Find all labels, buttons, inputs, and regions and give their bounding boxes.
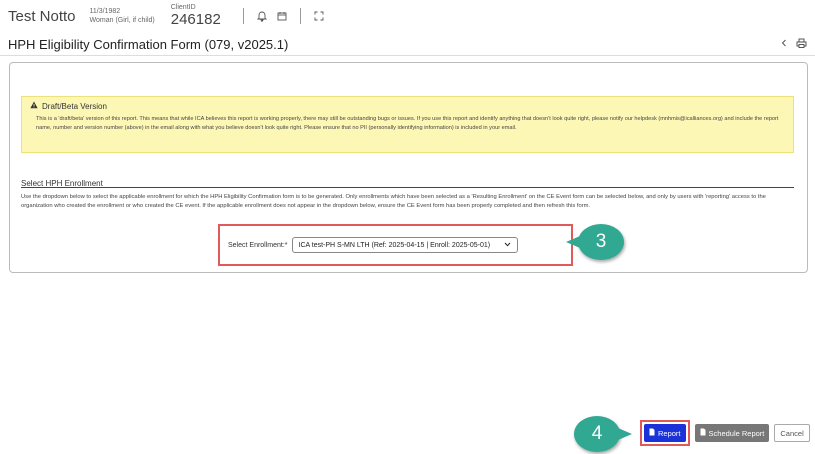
cancel-button-label: Cancel (780, 428, 804, 438)
draft-alert: Draft/Beta Version This is a 'draft/beta… (21, 96, 794, 153)
section-divider (21, 187, 794, 188)
document-icon (649, 428, 655, 438)
report-button-label: Report (658, 428, 681, 438)
expand-icon[interactable] (312, 9, 326, 23)
enrollment-highlight: Select Enrollment:* ICA test-PH S-MN LTH… (218, 224, 573, 266)
enrollment-select[interactable]: ICA test-PH S-MN LTH (Ref: 2025-04-15 | … (291, 237, 518, 253)
footer-actions: Report Schedule Report Cancel (640, 420, 810, 446)
report-button[interactable]: Report (644, 424, 686, 442)
document-icon (700, 428, 706, 438)
step-3-number: 3 (595, 231, 607, 252)
step-3-callout: 3 (566, 224, 624, 260)
header-divider (299, 8, 301, 24)
schedule-report-label: Schedule Report (708, 428, 765, 438)
client-gender: Woman (Girl, if child) (89, 17, 155, 24)
form-card: Draft/Beta Version This is a 'draft/beta… (9, 62, 808, 273)
client-id: ClientID 246182 (171, 4, 221, 28)
step-4-number: 4 (591, 423, 603, 444)
client-name: Test Notto (8, 7, 76, 25)
client-header: Test Notto 11/3/1982 Woman (Girl, if chi… (0, 0, 815, 32)
alert-heading: Draft/Beta Version (30, 101, 785, 111)
alert-title: Draft/Beta Version (42, 101, 107, 111)
enrollment-label: Select Enrollment:* (228, 241, 288, 249)
chevron-down-icon (504, 242, 511, 249)
alert-body: This is a 'draft/beta' version of this r… (36, 116, 779, 131)
header-divider (242, 8, 244, 24)
title-actions (780, 38, 807, 51)
cancel-button[interactable]: Cancel (774, 424, 810, 442)
form-title: HPH Eligibility Confirmation Form (079, … (8, 37, 289, 52)
calendar-icon[interactable] (275, 9, 289, 23)
client-id-value: 246182 (170, 11, 221, 28)
title-divider (0, 55, 815, 56)
schedule-report-button[interactable]: Schedule Report (694, 424, 770, 442)
enrollment-description: Use the dropdown below to select the app… (21, 194, 766, 210)
step-4-callout: 4 (574, 416, 632, 452)
client-meta: 11/3/1982 Woman (Girl, if child) (90, 7, 155, 25)
print-icon[interactable] (796, 38, 807, 51)
report-highlight: Report (640, 420, 690, 446)
chevron-left-icon[interactable] (780, 38, 788, 51)
client-dob: 11/3/1982 (89, 8, 121, 15)
bell-icon[interactable] (255, 9, 269, 23)
enrollment-selected-value: ICA test-PH S-MN LTH (Ref: 2025-04-15 | … (298, 241, 491, 249)
warning-icon (30, 101, 38, 111)
